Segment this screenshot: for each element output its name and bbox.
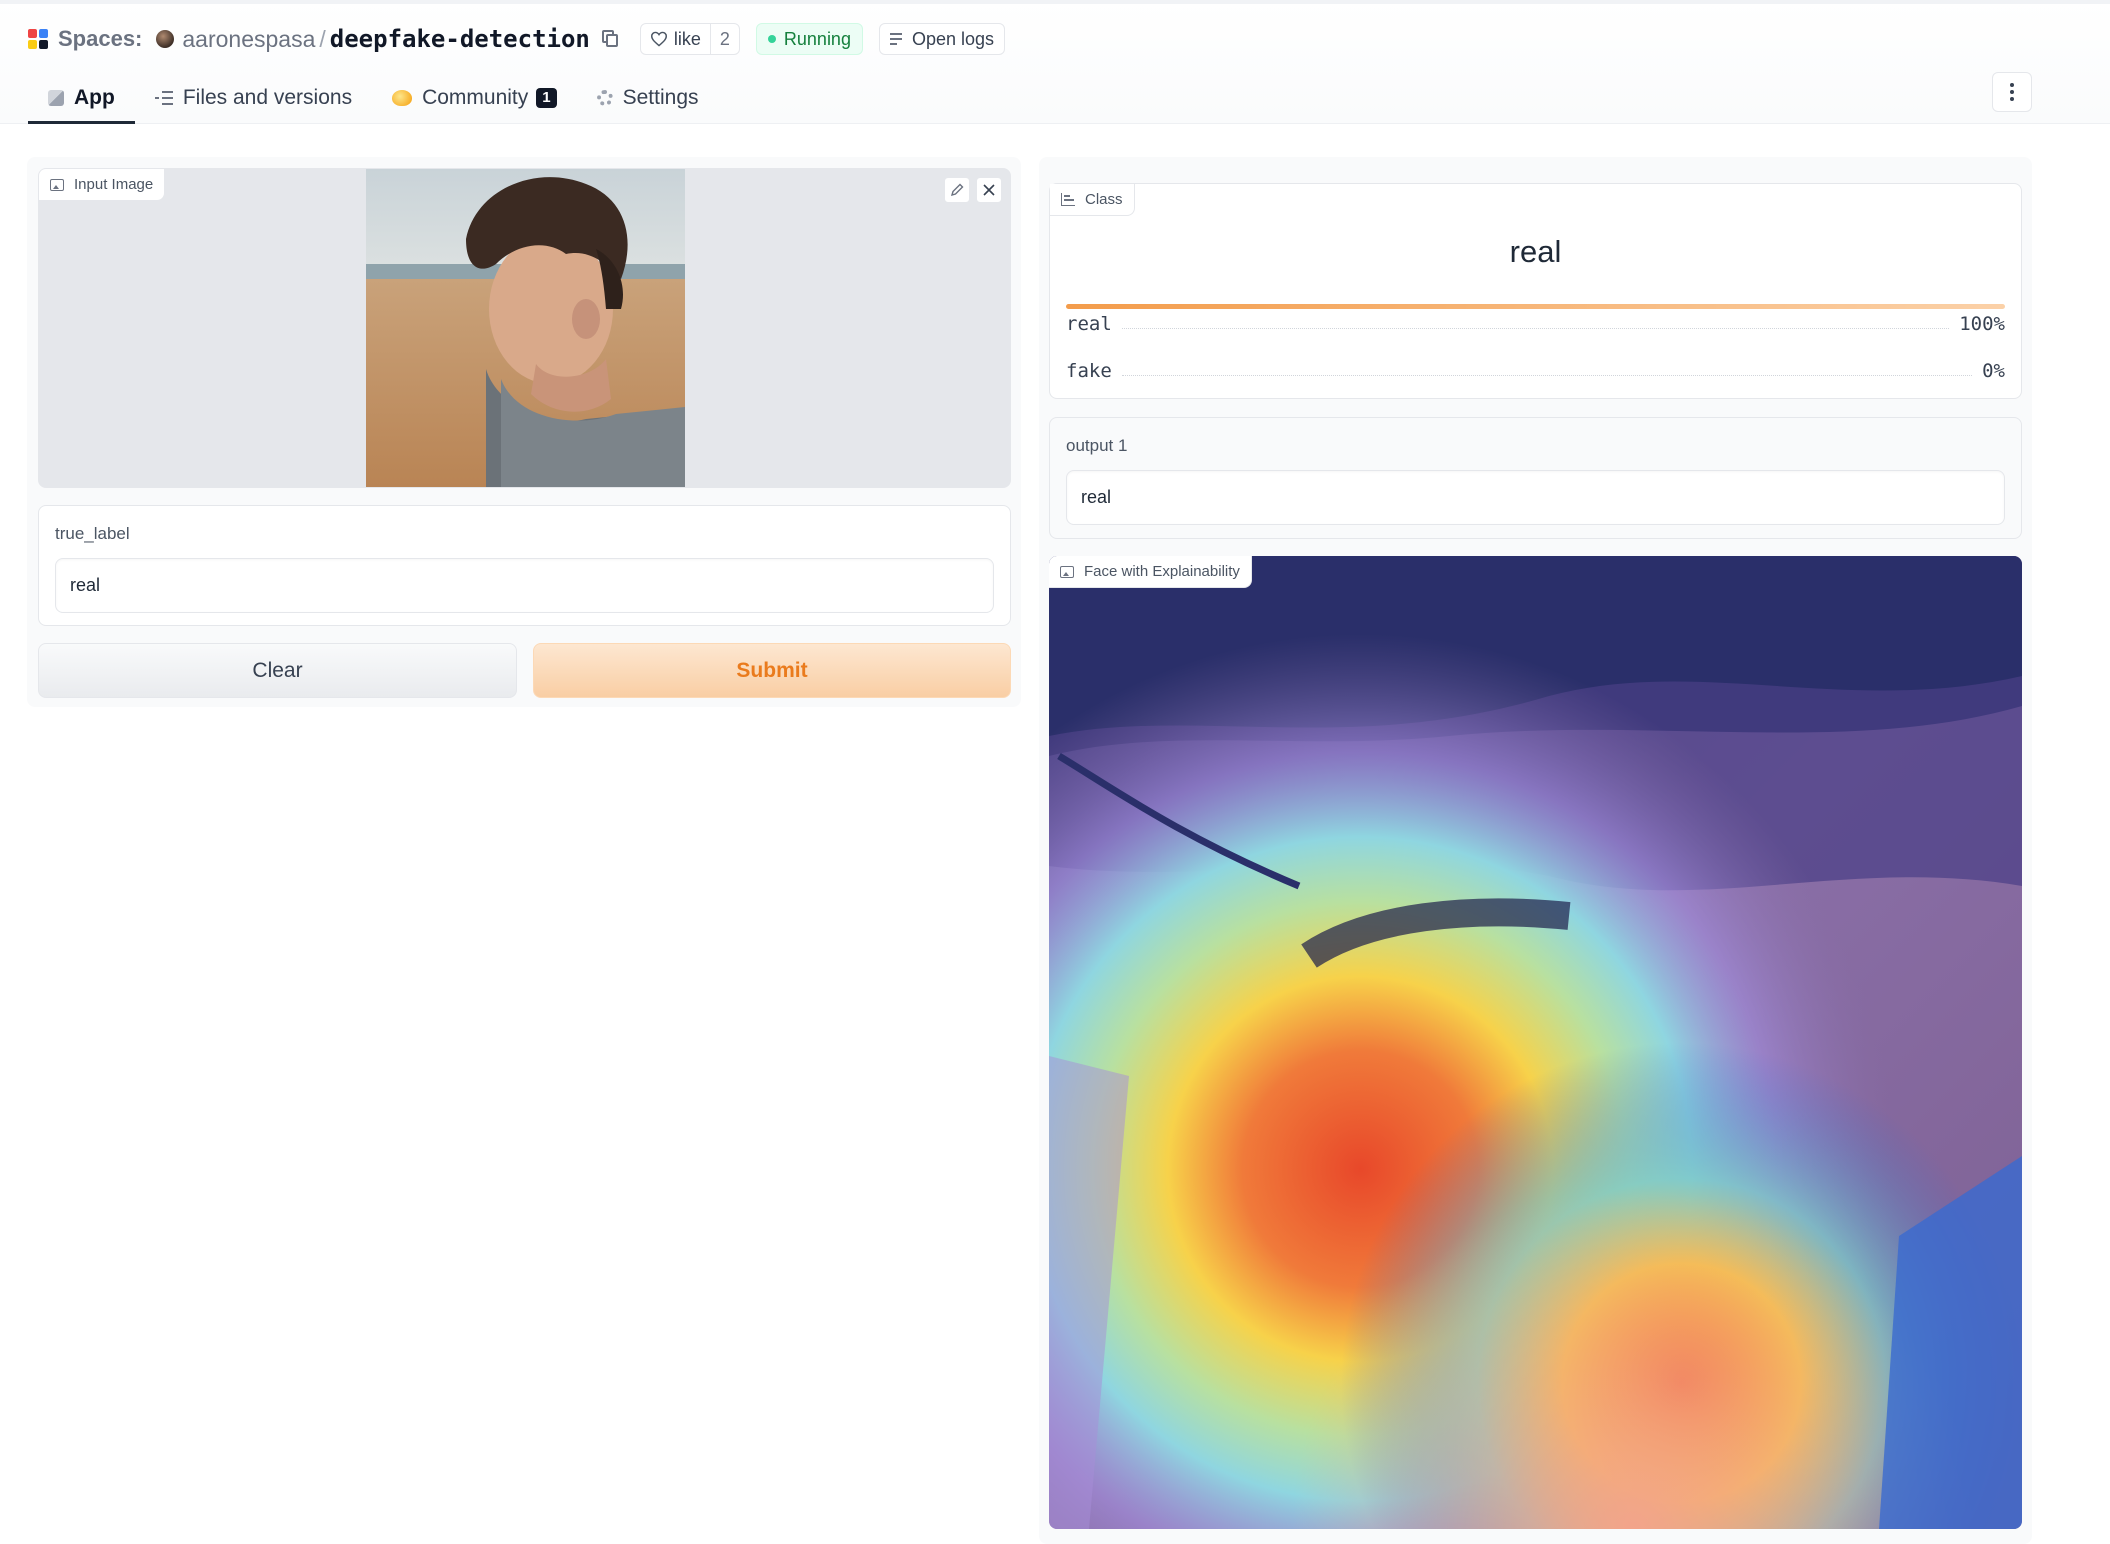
path-separator: / (319, 25, 326, 52)
tab-settings-label: Settings (622, 86, 699, 109)
repo-name-link[interactable]: deepfake-detection (330, 25, 590, 53)
logs-icon (889, 33, 904, 45)
output-1-textbox[interactable]: real (1066, 470, 2005, 525)
tab-app[interactable]: App (28, 72, 135, 124)
class-output-block: Class real real 100% fake 0% (1049, 183, 2022, 399)
tab-files-label: Files and versions (182, 86, 353, 109)
owner-link[interactable]: aaronespasa (182, 26, 315, 53)
space-title-row: Spaces: aaronespasa / deepfake-detection… (28, 22, 1006, 56)
confidence-label: fake (1066, 360, 1112, 382)
spaces-logo-icon[interactable] (28, 29, 48, 49)
confidence-label: real (1066, 313, 1112, 335)
input-image-label: Input Image (74, 176, 154, 193)
image-icon (1060, 565, 1074, 578)
status-badge: Running (755, 23, 863, 55)
input-image-dropzone[interactable]: Input Image (38, 168, 1011, 488)
face-explainability-image: Face with Explainability (1049, 556, 2022, 1529)
bar-chart-icon (1061, 193, 1075, 206)
true-label-input[interactable]: real (55, 558, 994, 613)
confidence-row: real 100% (1066, 304, 2005, 335)
confidence-row: fake 0% (1066, 360, 2005, 382)
cube-icon (48, 90, 64, 106)
face-image-label: Face with Explainability (1084, 563, 1240, 580)
confidence-value: 100% (1959, 313, 2005, 335)
close-icon (983, 184, 995, 196)
confidence-bar-real (1066, 304, 2005, 309)
tab-files-and-versions[interactable]: Files and versions (135, 72, 372, 124)
gear-icon (596, 90, 613, 106)
like-count[interactable]: 2 (709, 24, 739, 54)
heatmap-overlay (1049, 556, 2022, 1529)
files-icon (154, 91, 173, 105)
tab-community[interactable]: Community 1 (372, 72, 577, 124)
community-count-badge: 1 (536, 88, 557, 108)
clear-image-button[interactable] (976, 177, 1002, 203)
tab-community-label: Community (422, 86, 529, 109)
spaces-label[interactable]: Spaces: (58, 26, 142, 52)
confidence-value: 0% (1982, 360, 2005, 382)
true-label-field-label: true_label (55, 524, 130, 543)
heart-icon (650, 31, 667, 47)
output-1-block: output 1 real (1049, 417, 2022, 539)
input-image-label-chip: Input Image (39, 169, 166, 201)
clear-button[interactable]: Clear (38, 643, 517, 698)
top-border (0, 0, 2110, 4)
face-image-label-chip: Face with Explainability (1049, 556, 1252, 588)
class-label-chip: Class (1050, 184, 1135, 216)
like-button[interactable]: like 2 (639, 23, 740, 55)
output-1-label: output 1 (1066, 436, 1128, 455)
submit-button[interactable]: Submit (533, 643, 1011, 698)
copy-icon[interactable] (600, 29, 620, 49)
space-tabs: App Files and versions Community 1 Setti… (28, 72, 719, 124)
more-options-button[interactable] (1992, 72, 2032, 112)
community-icon (392, 90, 413, 106)
image-tools (938, 177, 1002, 203)
space-header: Spaces: aaronespasa / deepfake-detection… (0, 0, 2110, 124)
like-label: like (673, 28, 701, 49)
input-photo (366, 169, 685, 487)
tab-app-label: App (74, 86, 115, 109)
predicted-class: real (1509, 234, 1562, 269)
true-label-block: true_label real (38, 505, 1011, 626)
owner-avatar[interactable] (156, 30, 175, 48)
edit-image-button[interactable] (944, 177, 970, 203)
status-text: Running (783, 28, 851, 49)
open-logs-button[interactable]: Open logs (878, 23, 1006, 55)
open-logs-label: Open logs (911, 28, 995, 49)
class-label: Class (1085, 191, 1123, 208)
pencil-icon (950, 183, 964, 197)
status-dot-icon (767, 35, 776, 43)
tab-settings[interactable]: Settings (577, 72, 719, 124)
image-icon (50, 178, 64, 191)
